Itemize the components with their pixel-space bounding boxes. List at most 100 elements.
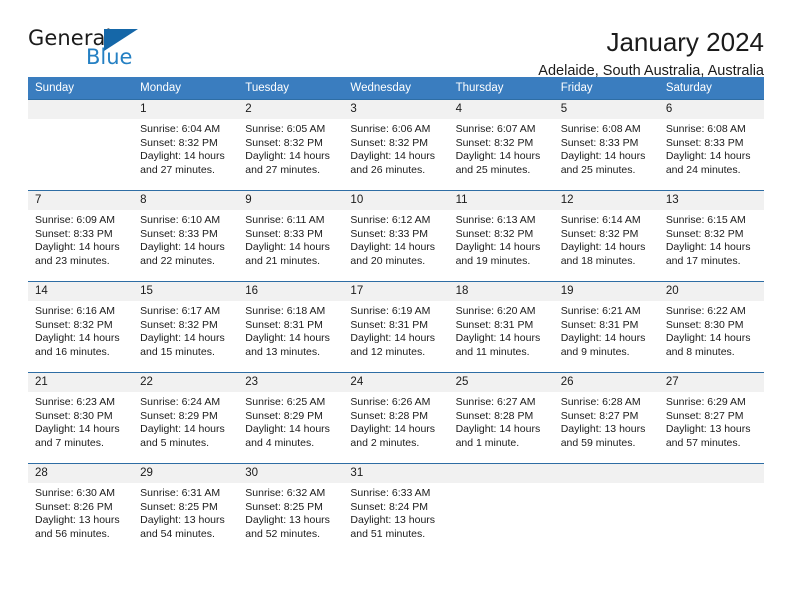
daylight-duration-line1: Daylight: 13 hours [560, 423, 646, 436]
calendar-day-cell[interactable]: 4 Sunrise: 6:07 AM Sunset: 8:32 PM Daylight… [448, 99, 554, 191]
daylight-duration-line2: and 1 minute. [455, 436, 520, 449]
day-cell-inner: 10 Sunrise: 6:12 AM Sunset: 8:33 PM Dayligh… [343, 191, 449, 281]
day-cell-inner: 22 Sunrise: 6:24 AM Sunset: 8:29 PM Dayligh… [133, 373, 239, 463]
calendar-day-cell[interactable]: 13 Sunrise: 6:15 AM Sunset: 8:32 PM Dayligh… [658, 190, 764, 282]
day-number: 24 [343, 373, 449, 392]
calendar-day-cell[interactable]: 17 Sunrise: 6:19 AM Sunset: 8:31 PM Dayligh… [343, 281, 449, 373]
daylight-duration-line2: and 16 minutes. [35, 345, 110, 358]
calendar-day-cell[interactable]: 31 Sunrise: 6:33 AM Sunset: 8:24 PM Dayligh… [343, 463, 449, 554]
sunset-time: Sunset: 8:33 PM [35, 227, 113, 240]
daylight-duration-line1: Daylight: 14 hours [350, 423, 436, 436]
day-cell-inner: 30 Sunrise: 6:32 AM Sunset: 8:25 PM Dayligh… [238, 464, 344, 554]
calendar-day-cell[interactable]: 27 Sunrise: 6:29 AM Sunset: 8:27 PM Dayligh… [658, 372, 764, 464]
daylight-duration-line2: and 51 minutes. [350, 527, 426, 540]
day-cell-inner: 7 Sunrise: 6:09 AM Sunset: 8:33 PM Daylight… [28, 191, 134, 281]
day-number: 18 [448, 282, 554, 301]
calendar-day-cell[interactable]: 16 Sunrise: 6:18 AM Sunset: 8:31 PM Dayligh… [238, 281, 344, 373]
day-sun-info: Sunrise: 6:15 AM Sunset: 8:32 PM Daylight:… [659, 210, 764, 268]
sunset-time: Sunset: 8:32 PM [140, 318, 218, 331]
sunset-time: Sunset: 8:32 PM [665, 227, 744, 240]
calendar-day-cell[interactable]: 25 Sunrise: 6:27 AM Sunset: 8:28 PM Dayligh… [448, 372, 554, 464]
calendar-day-cell-empty [28, 99, 134, 191]
calendar-day-cell[interactable]: 6 Sunrise: 6:08 AM Sunset: 8:33 PM Daylight… [658, 99, 764, 191]
calendar-day-cell[interactable]: 24 Sunrise: 6:26 AM Sunset: 8:28 PM Dayligh… [343, 372, 449, 464]
daylight-duration-line1: Daylight: 14 hours [245, 241, 330, 254]
day-sun-info: Sunrise: 6:08 AM Sunset: 8:33 PM Daylight:… [659, 119, 764, 177]
daylight-duration-line1: Daylight: 13 hours [35, 514, 120, 527]
day-sun-info: Sunrise: 6:06 AM Sunset: 8:32 PM Daylight:… [343, 119, 448, 177]
daylight-duration-line1: Daylight: 14 hours [245, 423, 330, 436]
calendar-day-cell[interactable]: 7 Sunrise: 6:09 AM Sunset: 8:33 PM Daylight… [28, 190, 134, 282]
weekday-header-tuesday: Tuesday [238, 77, 344, 100]
day-number: 20 [658, 282, 764, 301]
day-cell-inner: 11 Sunrise: 6:13 AM Sunset: 8:32 PM Dayligh… [448, 191, 554, 281]
sunset-time: Sunset: 8:25 PM [140, 500, 218, 513]
calendar-body: 1 Sunrise: 6:04 AM Sunset: 8:32 PM Daylight… [28, 99, 764, 554]
day-cell-inner: 23 Sunrise: 6:25 AM Sunset: 8:29 PM Dayligh… [238, 373, 344, 463]
day-cell-inner: 31 Sunrise: 6:33 AM Sunset: 8:24 PM Dayligh… [343, 464, 449, 554]
calendar-day-cell[interactable]: 8 Sunrise: 6:10 AM Sunset: 8:33 PM Daylight… [133, 190, 239, 282]
daylight-duration-line2: and 57 minutes. [665, 436, 741, 449]
calendar-day-cell[interactable]: 9 Sunrise: 6:11 AM Sunset: 8:33 PM Daylight… [238, 190, 344, 282]
calendar-day-cell[interactable]: 21 Sunrise: 6:23 AM Sunset: 8:30 PM Dayligh… [28, 372, 134, 464]
calendar-day-cell[interactable]: 10 Sunrise: 6:12 AM Sunset: 8:33 PM Dayligh… [343, 190, 449, 282]
calendar-day-cell[interactable]: 15 Sunrise: 6:17 AM Sunset: 8:32 PM Dayligh… [133, 281, 239, 373]
daylight-duration-line1: Daylight: 14 hours [245, 332, 330, 345]
page-title: January 2024 [606, 27, 764, 57]
calendar-day-cell[interactable]: 29 Sunrise: 6:31 AM Sunset: 8:25 PM Dayligh… [133, 463, 239, 554]
day-number: 2 [238, 100, 344, 119]
day-cell-inner: 2 Sunrise: 6:05 AM Sunset: 8:32 PM Daylight… [238, 100, 344, 190]
sunset-time: Sunset: 8:33 PM [245, 227, 323, 240]
daylight-duration-line2: and 18 minutes. [560, 254, 636, 267]
day-number: 14 [28, 282, 134, 301]
day-sun-info: Sunrise: 6:28 AM Sunset: 8:27 PM Daylight:… [554, 392, 659, 450]
calendar-day-cell[interactable]: 23 Sunrise: 6:25 AM Sunset: 8:29 PM Dayligh… [238, 372, 344, 464]
calendar-page: General Blue January 2024 Adelaide, Sout… [0, 0, 792, 612]
sunrise-time: Sunrise: 6:06 AM [350, 123, 431, 135]
sunrise-time: Sunrise: 6:28 AM [560, 396, 641, 408]
day-sun-info: Sunrise: 6:07 AM Sunset: 8:32 PM Daylight:… [449, 119, 554, 177]
daylight-duration-line1: Daylight: 14 hours [140, 241, 225, 254]
sunrise-time: Sunrise: 6:04 AM [140, 123, 221, 135]
calendar-day-cell[interactable]: 28 Sunrise: 6:30 AM Sunset: 8:26 PM Dayligh… [28, 463, 134, 554]
sunrise-time: Sunrise: 6:08 AM [665, 123, 746, 135]
calendar-day-cell[interactable]: 30 Sunrise: 6:32 AM Sunset: 8:25 PM Dayligh… [238, 463, 344, 554]
day-cell-inner: 21 Sunrise: 6:23 AM Sunset: 8:30 PM Dayligh… [28, 373, 134, 463]
calendar-day-cell[interactable]: 11 Sunrise: 6:13 AM Sunset: 8:32 PM Dayligh… [448, 190, 554, 282]
day-sun-info: Sunrise: 6:24 AM Sunset: 8:29 PM Daylight:… [133, 392, 238, 450]
day-cell-inner: 3 Sunrise: 6:06 AM Sunset: 8:32 PM Daylight… [343, 100, 449, 190]
day-cell-inner: 15 Sunrise: 6:17 AM Sunset: 8:32 PM Dayligh… [133, 282, 239, 372]
calendar-day-cell[interactable]: 1 Sunrise: 6:04 AM Sunset: 8:32 PM Daylight… [133, 99, 239, 191]
day-cell-inner: 13 Sunrise: 6:15 AM Sunset: 8:32 PM Dayligh… [658, 191, 764, 281]
calendar-day-cell[interactable]: 3 Sunrise: 6:06 AM Sunset: 8:32 PM Daylight… [343, 99, 449, 191]
calendar-day-cell[interactable]: 12 Sunrise: 6:14 AM Sunset: 8:32 PM Dayligh… [553, 190, 659, 282]
day-number: 13 [658, 191, 764, 210]
sunset-time: Sunset: 8:28 PM [455, 409, 534, 422]
calendar-day-cell[interactable]: 22 Sunrise: 6:24 AM Sunset: 8:29 PM Dayligh… [133, 372, 239, 464]
calendar-day-cell[interactable]: 20 Sunrise: 6:22 AM Sunset: 8:30 PM Dayligh… [658, 281, 764, 373]
daylight-duration-line2: and 27 minutes. [245, 163, 320, 176]
day-cell-inner: 18 Sunrise: 6:20 AM Sunset: 8:31 PM Dayligh… [448, 282, 554, 372]
daylight-duration-line2: and 13 minutes. [245, 345, 320, 358]
day-cell-inner [658, 464, 764, 554]
day-sun-info: Sunrise: 6:12 AM Sunset: 8:33 PM Daylight:… [343, 210, 448, 268]
calendar-week-row: 1 Sunrise: 6:04 AM Sunset: 8:32 PM Daylight… [28, 99, 764, 191]
calendar-day-cell[interactable]: 26 Sunrise: 6:28 AM Sunset: 8:27 PM Dayligh… [553, 372, 659, 464]
daylight-duration-line2: and 27 minutes. [140, 163, 215, 176]
calendar-day-cell[interactable]: 5 Sunrise: 6:08 AM Sunset: 8:33 PM Daylight… [553, 99, 659, 191]
calendar-day-cell[interactable]: 2 Sunrise: 6:05 AM Sunset: 8:32 PM Daylight… [238, 99, 344, 191]
daylight-duration-line2: and 56 minutes. [35, 527, 110, 540]
calendar-day-cell[interactable]: 18 Sunrise: 6:20 AM Sunset: 8:31 PM Dayligh… [448, 281, 554, 373]
daylight-duration-line2: and 25 minutes. [455, 163, 531, 176]
daylight-duration-line1: Daylight: 13 hours [245, 514, 330, 527]
daylight-duration-line1: Daylight: 14 hours [35, 241, 120, 254]
day-number: 12 [553, 191, 659, 210]
daylight-duration-line2: and 23 minutes. [35, 254, 110, 267]
sunrise-time: Sunrise: 6:10 AM [140, 214, 221, 226]
calendar-day-cell[interactable]: 19 Sunrise: 6:21 AM Sunset: 8:31 PM Dayligh… [553, 281, 659, 373]
title-block: January 2024 Adelaide, South Australia, … [538, 26, 764, 81]
calendar-day-cell[interactable]: 14 Sunrise: 6:16 AM Sunset: 8:32 PM Dayligh… [28, 281, 134, 373]
daylight-duration-line2: and 4 minutes. [245, 436, 315, 449]
day-cell-inner: 26 Sunrise: 6:28 AM Sunset: 8:27 PM Dayligh… [553, 373, 659, 463]
day-number: 30 [238, 464, 344, 483]
